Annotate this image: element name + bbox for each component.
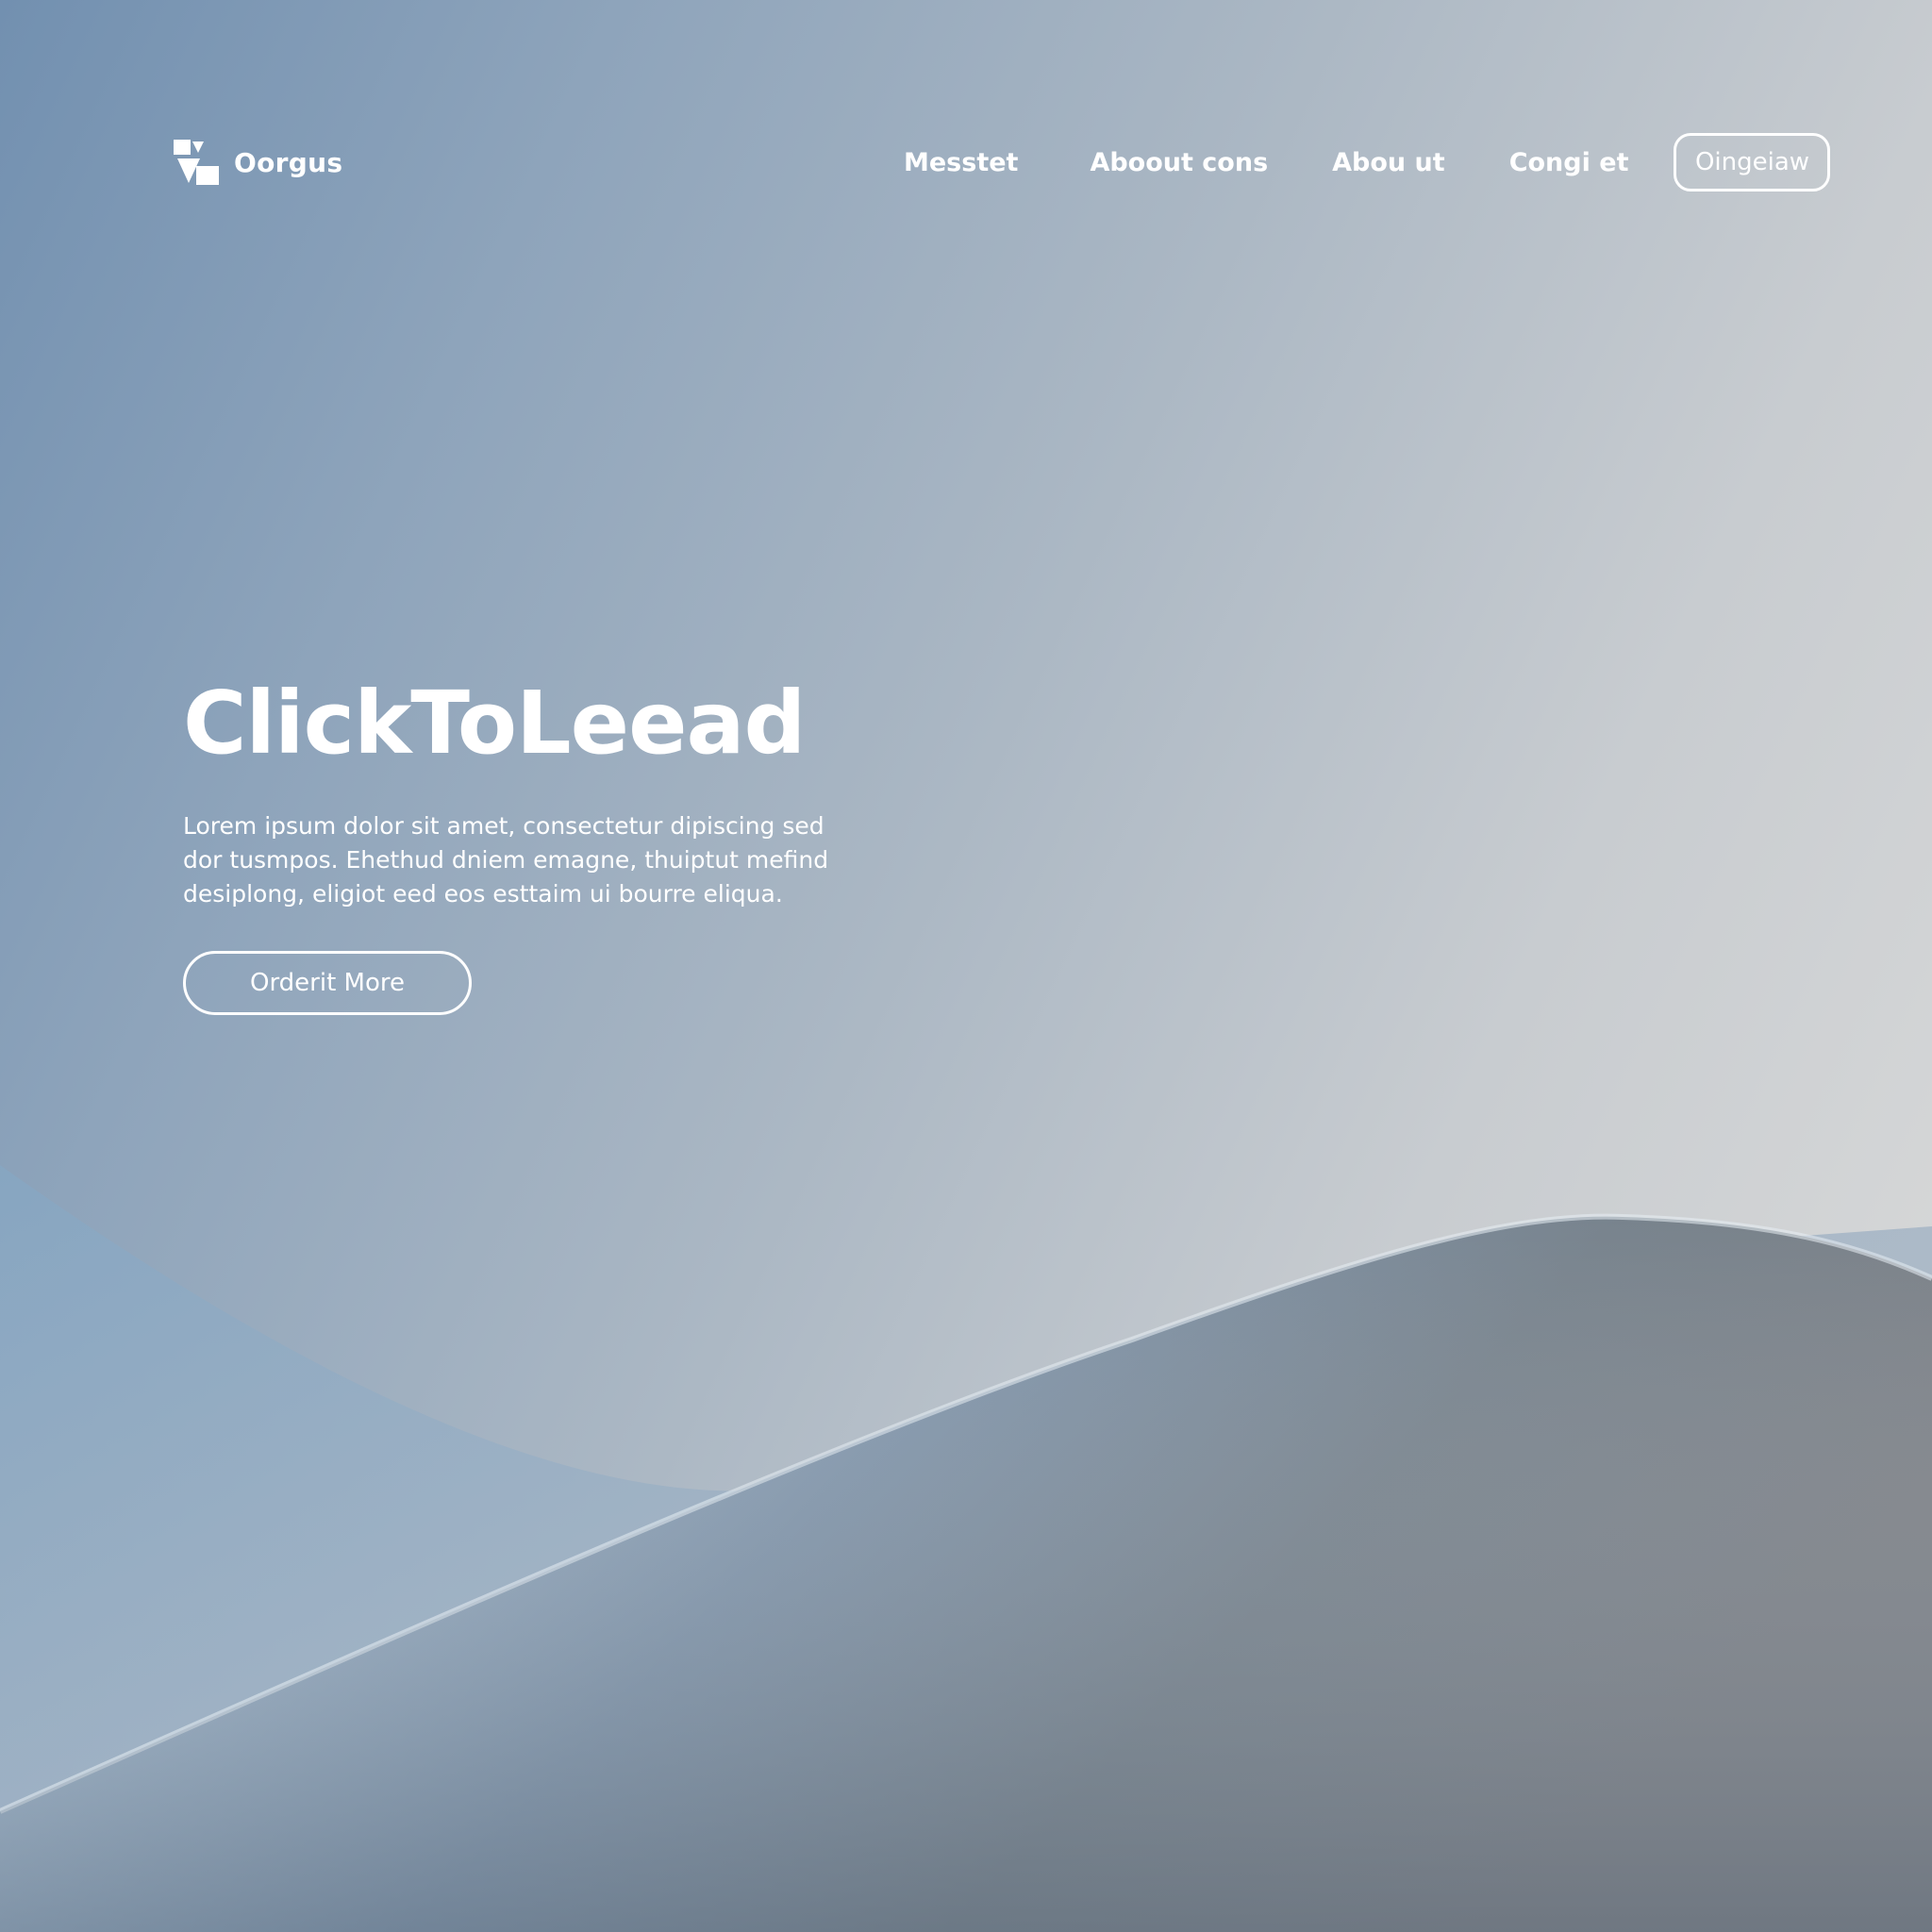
main-nav: Messtet Aboout cons Abou ut Congi et Oin… xyxy=(904,130,1831,194)
nav-link-messtet[interactable]: Messtet xyxy=(904,148,1018,177)
order-more-button[interactable]: Orderit More xyxy=(183,951,472,1015)
hero-section: ClickToLeead Lorem ipsum dolor sit amet,… xyxy=(183,672,862,1015)
hero-description: Lorem ipsum dolor sit amet, consectetur … xyxy=(183,812,829,908)
hero-title: ClickToLeead xyxy=(183,673,806,774)
brand-logo[interactable]: Oorgus xyxy=(172,138,342,187)
site-header: Oorgus Messtet Aboout cons Abou ut Congi… xyxy=(0,0,1932,226)
nav-link-contact[interactable]: Congi et xyxy=(1509,148,1629,177)
geometric-shapes-logo-icon xyxy=(174,140,219,185)
brand-name: Oorgus xyxy=(234,146,343,178)
nav-cta-button[interactable]: Oingeiaw xyxy=(1674,133,1831,192)
nav-link-about-cons[interactable]: Aboout cons xyxy=(1090,148,1268,177)
nav-link-about-us[interactable]: Abou ut xyxy=(1332,148,1445,177)
